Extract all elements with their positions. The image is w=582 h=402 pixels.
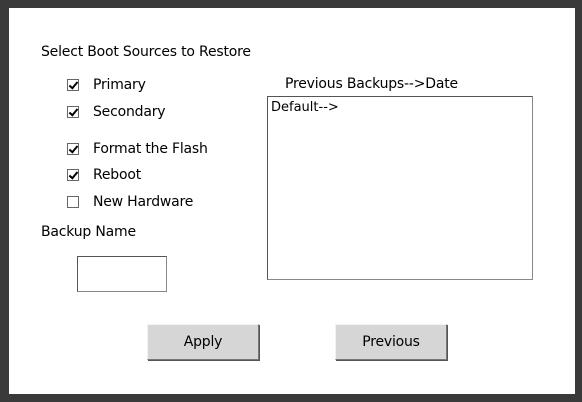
format-flash-checkbox[interactable] (67, 143, 79, 155)
secondary-label: Secondary (93, 104, 166, 120)
previous-backups-header: Previous Backups-->Date (285, 76, 458, 92)
secondary-checkbox[interactable] (67, 106, 79, 118)
reboot-checkbox[interactable] (67, 169, 79, 181)
format-flash-option[interactable]: Format the Flash (67, 140, 208, 158)
backup-name-input[interactable] (77, 256, 167, 292)
new-hardware-checkbox[interactable] (67, 196, 79, 208)
primary-option[interactable]: Primary (67, 76, 146, 94)
reboot-label: Reboot (93, 167, 142, 183)
previous-backups-list[interactable]: Default--> (267, 96, 533, 280)
primary-checkbox[interactable] (67, 79, 79, 91)
apply-button[interactable]: Apply (147, 324, 259, 360)
list-item[interactable]: Default--> (268, 97, 532, 118)
new-hardware-label: New Hardware (93, 194, 194, 210)
backup-name-label: Backup Name (41, 224, 136, 240)
restore-panel: Select Boot Sources to Restore Primary S… (9, 8, 575, 394)
secondary-option[interactable]: Secondary (67, 103, 166, 121)
reboot-option[interactable]: Reboot (67, 166, 141, 184)
format-flash-label: Format the Flash (93, 141, 208, 157)
section-title: Select Boot Sources to Restore (41, 44, 251, 60)
primary-label: Primary (93, 77, 146, 93)
previous-button[interactable]: Previous (335, 324, 447, 360)
new-hardware-option[interactable]: New Hardware (67, 193, 193, 211)
